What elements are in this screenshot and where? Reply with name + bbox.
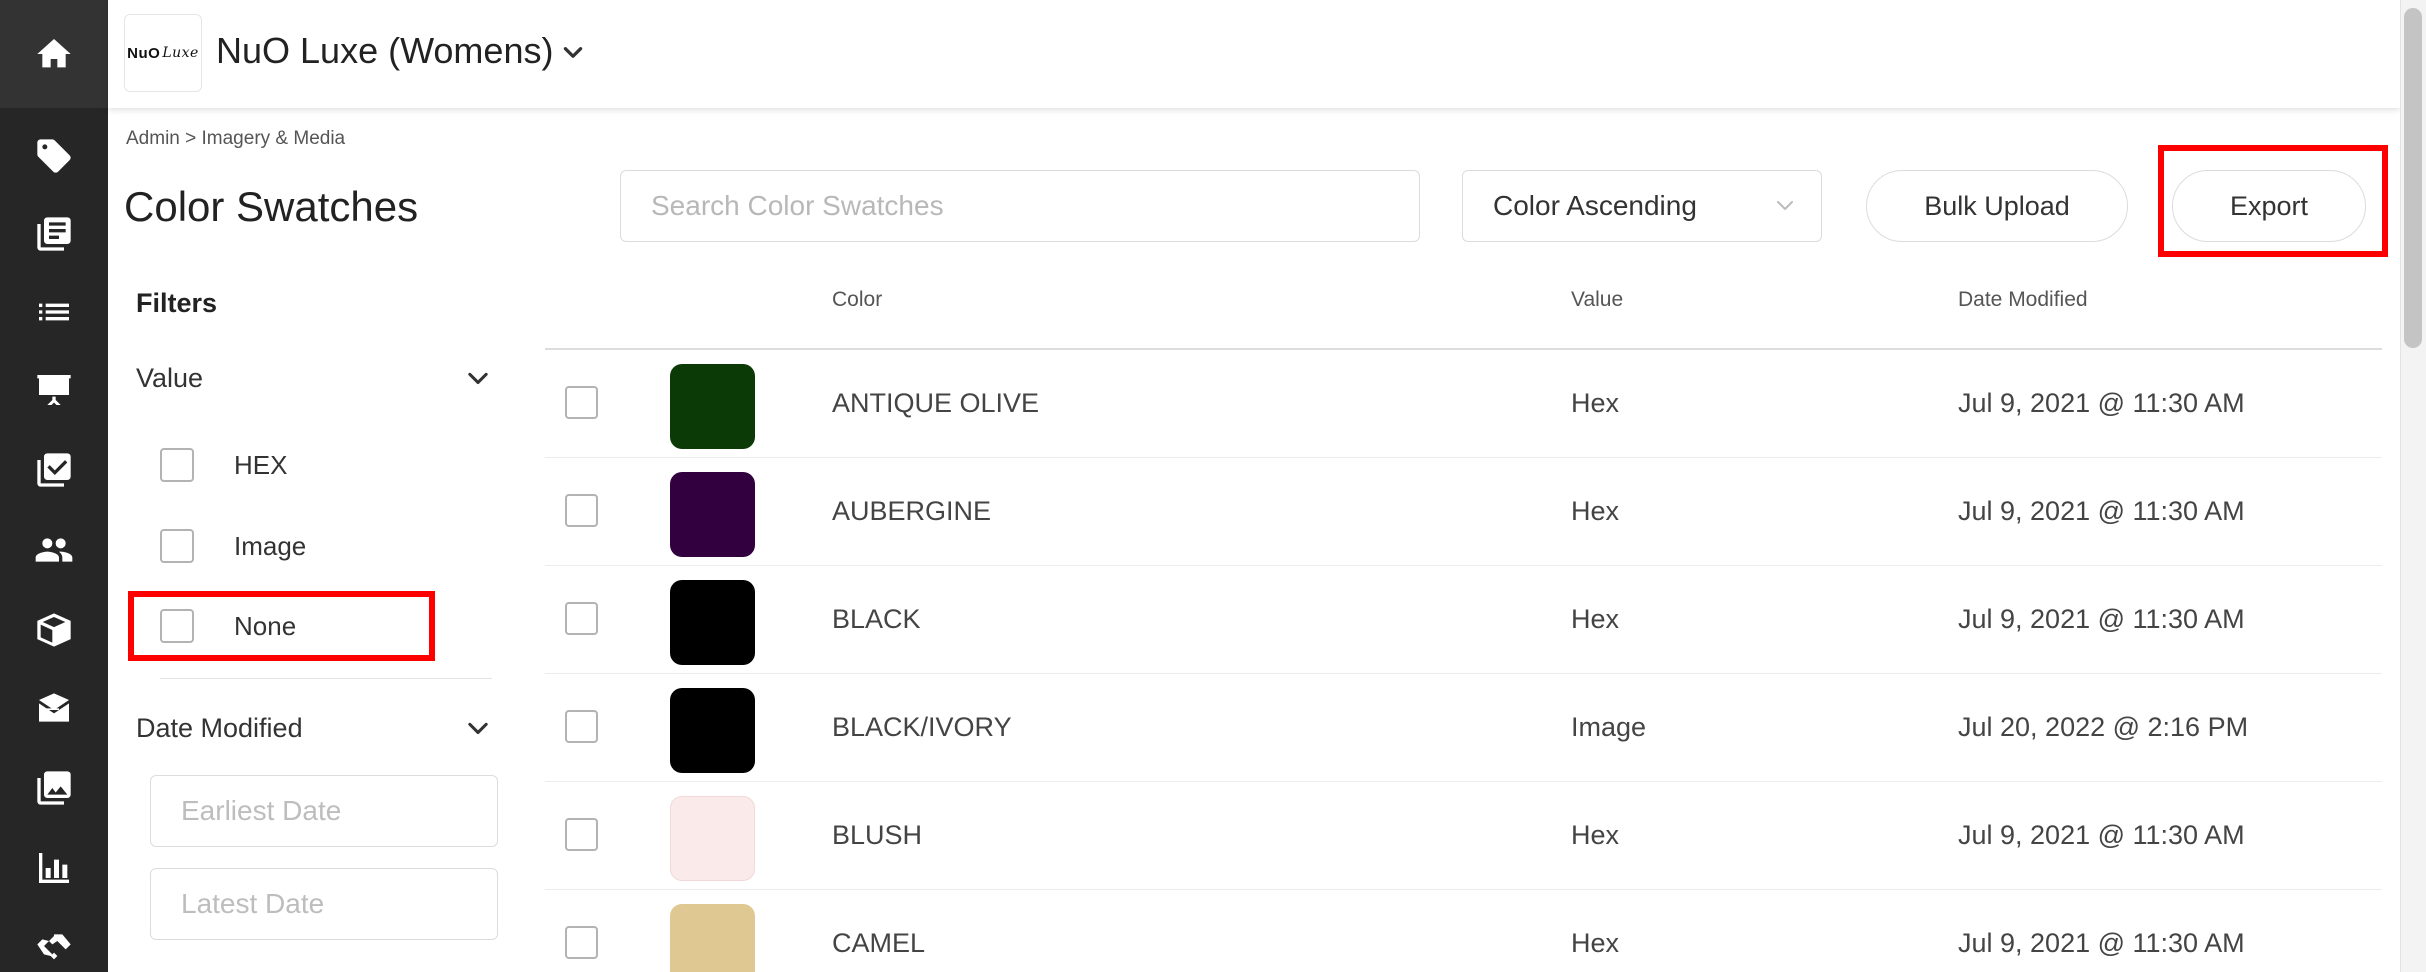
date-modified: Jul 9, 2021 @ 11:30 AM bbox=[1958, 604, 2245, 634]
row-checkbox[interactable] bbox=[565, 926, 598, 959]
color-swatch[interactable] bbox=[670, 904, 755, 972]
presentation-icon bbox=[37, 375, 71, 405]
row-checkbox[interactable] bbox=[565, 386, 598, 419]
scrollbar-thumb[interactable] bbox=[2404, 8, 2422, 348]
color-swatch[interactable] bbox=[670, 364, 755, 449]
nav-orders[interactable] bbox=[0, 440, 108, 500]
color-swatch[interactable] bbox=[670, 472, 755, 557]
filters-heading: Filters bbox=[136, 288, 218, 318]
mail-icon bbox=[39, 693, 69, 722]
date-modified: Jul 9, 2021 @ 11:30 AM bbox=[1958, 820, 2245, 850]
nav-partners[interactable] bbox=[0, 916, 108, 972]
color-value-type: Image bbox=[1571, 712, 1647, 742]
color-name[interactable]: ANTIQUE OLIVE bbox=[832, 388, 1039, 419]
bar-chart-icon bbox=[39, 853, 69, 883]
color-value-type: Hex bbox=[1571, 388, 1620, 418]
catalog-icon bbox=[37, 217, 71, 251]
filter-option-label: Image bbox=[234, 530, 307, 561]
date-modified: Jul 9, 2021 @ 11:30 AM bbox=[1958, 496, 2245, 526]
date-modified: Jul 9, 2021 @ 11:30 AM bbox=[1958, 388, 2245, 418]
checklist-icon bbox=[37, 453, 71, 487]
search-input[interactable] bbox=[620, 170, 1420, 242]
nav-campaigns[interactable] bbox=[0, 680, 108, 740]
table-row[interactable]: ANTIQUE OLIVE Hex Jul 9, 2021 @ 11:30 AM bbox=[545, 350, 2382, 458]
nav-linesheets[interactable] bbox=[0, 282, 108, 342]
color-swatch[interactable] bbox=[670, 580, 755, 665]
row-checkbox[interactable] bbox=[565, 710, 598, 743]
column-header-value[interactable]: Value bbox=[1571, 288, 1623, 312]
breadcrumb[interactable]: Admin > Imagery & Media bbox=[126, 128, 345, 150]
nav-customers[interactable] bbox=[0, 520, 108, 580]
top-header: NuO Luxe NuO Luxe (Womens) bbox=[108, 0, 2400, 108]
checkbox[interactable] bbox=[160, 448, 194, 482]
chevron-down-icon[interactable] bbox=[464, 715, 492, 743]
color-name[interactable]: BLACK/IVORY bbox=[832, 712, 1012, 743]
none-filter-highlight-box bbox=[128, 591, 435, 661]
date-modified: Jul 20, 2022 @ 2:16 PM bbox=[1958, 712, 2249, 742]
chevron-down-icon bbox=[1777, 201, 1793, 210]
column-header-date-modified[interactable]: Date Modified bbox=[1958, 288, 2088, 312]
earliest-date-input[interactable] bbox=[150, 775, 498, 847]
color-swatch[interactable] bbox=[670, 688, 755, 773]
image-icon bbox=[37, 771, 71, 805]
logo-script: Luxe bbox=[162, 45, 199, 61]
bulk-upload-button[interactable]: Bulk Upload bbox=[1866, 170, 2128, 242]
filter-value-header[interactable]: Value bbox=[136, 363, 203, 394]
checkbox[interactable] bbox=[160, 529, 194, 563]
table-row[interactable]: BLACK Hex Jul 9, 2021 @ 11:30 AM bbox=[545, 566, 2382, 674]
row-checkbox[interactable] bbox=[565, 494, 598, 527]
brand-selector[interactable]: NuO Luxe (Womens) bbox=[216, 30, 553, 72]
nav-reports[interactable] bbox=[0, 838, 108, 898]
table-row[interactable]: BLUSH Hex Jul 9, 2021 @ 11:30 AM bbox=[545, 782, 2382, 890]
color-value-type: Hex bbox=[1571, 496, 1620, 526]
table-row[interactable]: AUBERGINE Hex Jul 9, 2021 @ 11:30 AM bbox=[545, 458, 2382, 566]
date-modified: Jul 9, 2021 @ 11:30 AM bbox=[1958, 928, 2245, 958]
side-nav bbox=[0, 0, 108, 972]
nav-products[interactable] bbox=[0, 126, 108, 186]
nav-imagery[interactable] bbox=[0, 758, 108, 818]
sort-selected-value: Color Ascending bbox=[1493, 190, 1697, 221]
nav-presentations[interactable] bbox=[0, 360, 108, 420]
sort-dropdown[interactable]: Color Ascending bbox=[1462, 170, 1822, 242]
color-value-type: Hex bbox=[1571, 928, 1620, 958]
latest-date-input[interactable] bbox=[150, 868, 498, 940]
chevron-down-icon[interactable] bbox=[464, 365, 492, 393]
page-title: Color Swatches bbox=[124, 183, 419, 230]
color-value-type: Hex bbox=[1571, 820, 1620, 850]
color-name[interactable]: AUBERGINE bbox=[832, 496, 991, 527]
nav-home[interactable] bbox=[0, 0, 108, 108]
filter-option-label: HEX bbox=[234, 449, 288, 480]
filter-divider bbox=[160, 678, 492, 679]
nav-inventory[interactable] bbox=[0, 600, 108, 660]
users-icon bbox=[35, 538, 73, 562]
tag-icon bbox=[37, 139, 71, 173]
nav-catalogs[interactable] bbox=[0, 204, 108, 264]
color-value-type: Hex bbox=[1571, 604, 1620, 634]
color-swatch[interactable] bbox=[670, 796, 755, 881]
brand-logo[interactable]: NuO Luxe bbox=[124, 14, 202, 92]
home-icon bbox=[37, 39, 71, 68]
chevron-down-icon[interactable] bbox=[560, 40, 586, 66]
logo-text: NuO bbox=[127, 44, 161, 62]
box-icon bbox=[37, 613, 71, 647]
table-row[interactable]: BLACK/IVORY Image Jul 20, 2022 @ 2:16 PM bbox=[545, 674, 2382, 782]
row-checkbox[interactable] bbox=[565, 602, 598, 635]
row-checkbox[interactable] bbox=[565, 818, 598, 851]
filter-option-hex[interactable]: HEX bbox=[160, 445, 287, 485]
color-name[interactable]: BLACK bbox=[832, 604, 921, 635]
handshake-icon bbox=[37, 934, 71, 960]
filter-date-modified-header[interactable]: Date Modified bbox=[136, 713, 303, 744]
export-highlight-box bbox=[2158, 145, 2388, 257]
list-icon bbox=[39, 303, 69, 321]
column-header-color[interactable]: Color bbox=[832, 288, 882, 312]
color-name[interactable]: BLUSH bbox=[832, 820, 922, 851]
filter-option-image[interactable]: Image bbox=[160, 526, 306, 566]
color-name[interactable]: CAMEL bbox=[832, 928, 925, 959]
table-row[interactable]: CAMEL Hex Jul 9, 2021 @ 11:30 AM bbox=[545, 890, 2382, 972]
